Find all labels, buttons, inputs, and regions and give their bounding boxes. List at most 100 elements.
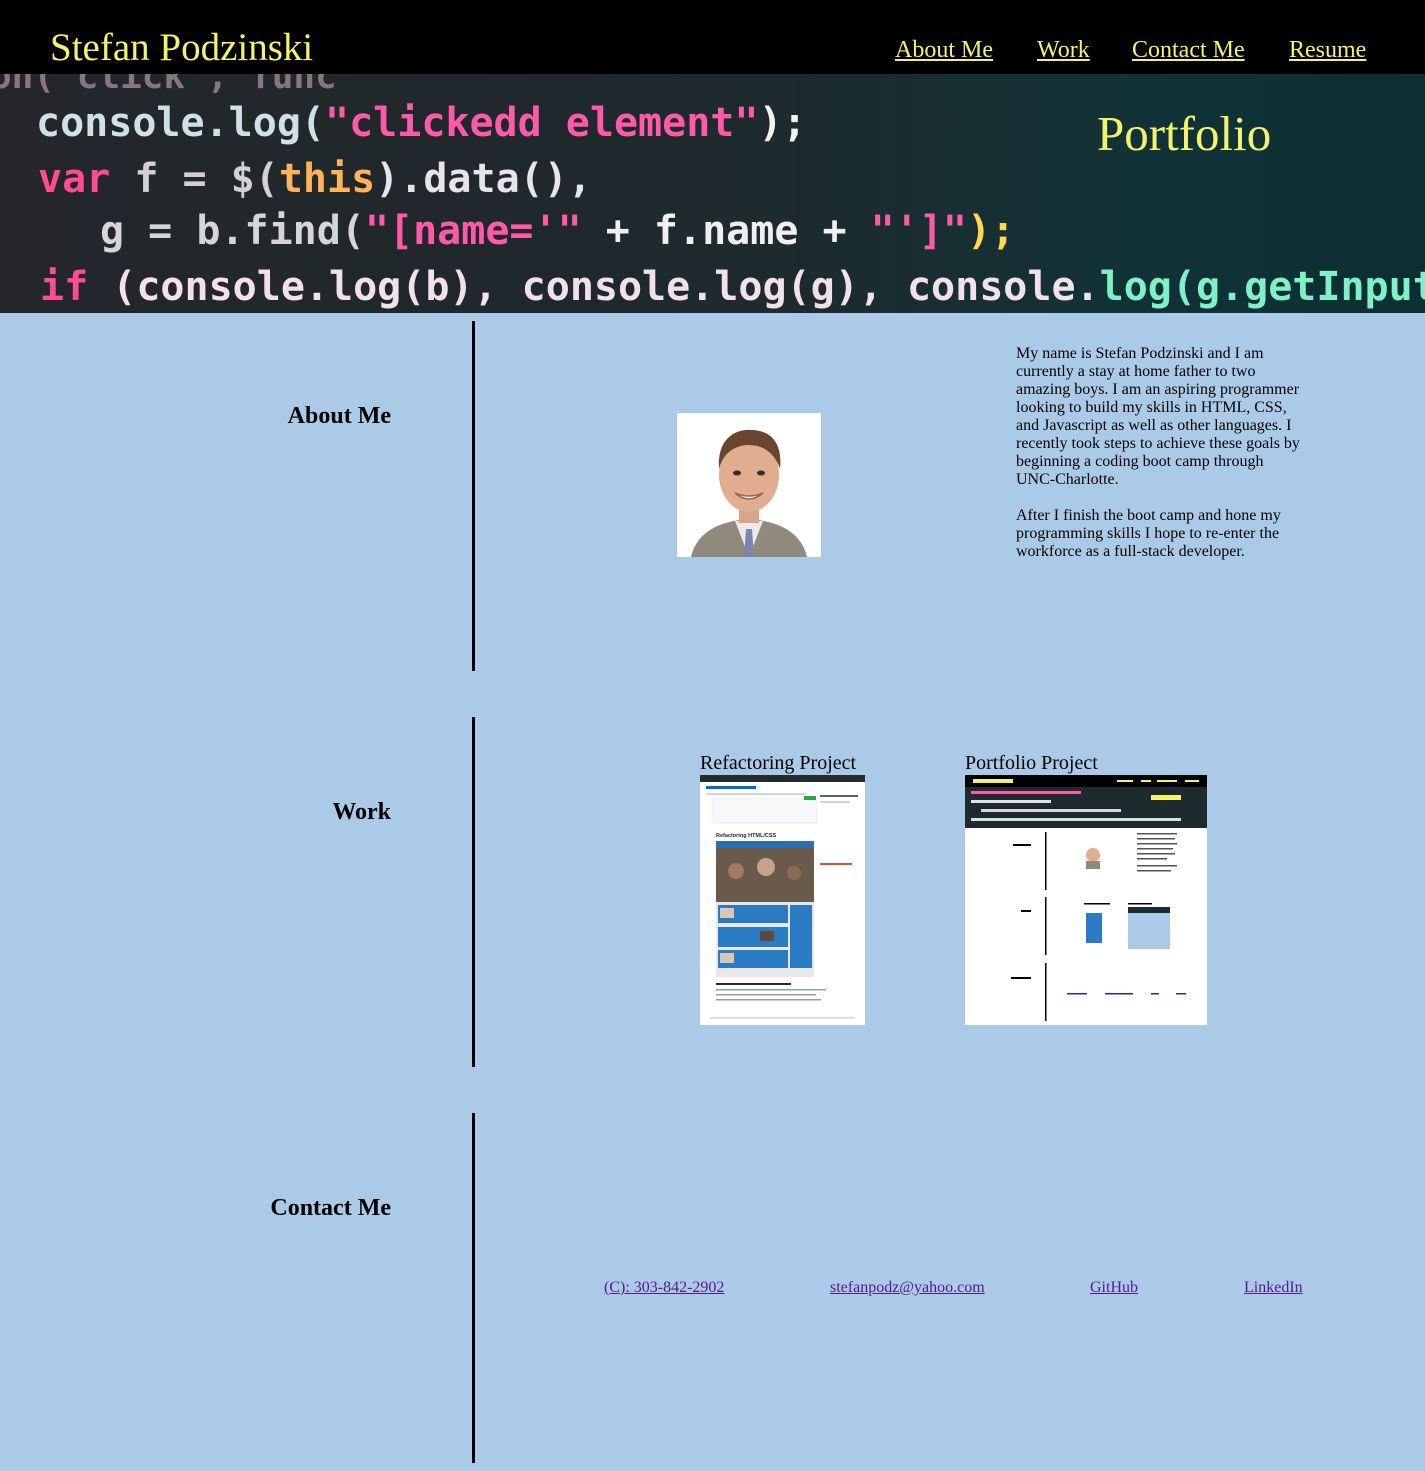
thumb-code-2	[971, 800, 1051, 803]
bio-paragraph-1: My name is Stefan Podzinski and I am cur…	[1016, 345, 1300, 488]
thumb-contact-label	[1011, 977, 1031, 979]
code-line-1: console.log("clickedd element");	[36, 100, 807, 146]
thumb-tabs	[706, 793, 806, 795]
project-thumbnail-portfolio[interactable]	[965, 775, 1207, 1025]
thumb-divider-2	[1045, 897, 1047, 955]
thumb-person-3	[787, 866, 801, 880]
thumb-desc-line-1	[716, 989, 826, 991]
contact-linkedin-link[interactable]: LinkedIn	[1244, 1279, 1303, 1297]
thumb-brand	[973, 779, 1013, 783]
thumb-divider-3	[1045, 963, 1047, 1021]
thumb-bio-4	[1137, 848, 1173, 850]
code-token: this	[279, 156, 375, 202]
profile-photo-illustration	[677, 413, 821, 557]
contact-divider	[472, 1113, 475, 1463]
thumb-bio-1	[1137, 833, 1177, 835]
thumb-nav-1	[1117, 780, 1133, 782]
profile-photo	[677, 413, 821, 557]
thumb-desc-line-3	[716, 999, 821, 1001]
thumb-footer	[710, 1017, 855, 1019]
code-token: var	[38, 156, 110, 202]
code-token: f = $(	[110, 156, 279, 202]
project-title-portfolio[interactable]: Portfolio Project	[965, 752, 1098, 774]
code-token: "']"	[871, 208, 967, 254]
thumb-code-1	[971, 791, 1081, 794]
code-token: );	[967, 208, 1015, 254]
thumb-avatar	[1086, 848, 1100, 862]
thumb-bio-6	[1137, 858, 1167, 860]
code-token: ).data(),	[375, 156, 592, 202]
thumb-nav-3	[1157, 780, 1177, 782]
nav-link-about-me[interactable]: About Me	[895, 36, 993, 64]
thumb-about-text-2	[820, 801, 850, 803]
nav-link-resume[interactable]: Resume	[1289, 36, 1366, 64]
thumb-hero-title	[1151, 795, 1181, 800]
thumb-language-bar	[820, 863, 852, 865]
thumb-project-image-2	[1128, 907, 1170, 949]
thumb-project-label-2	[1128, 903, 1152, 905]
thumb-card-image-2	[760, 931, 774, 941]
contact-github-link[interactable]: GitHub	[1090, 1279, 1138, 1297]
thumb-nav-2	[1141, 780, 1151, 782]
code-token: console.log(	[36, 100, 325, 146]
contact-email-link[interactable]: stefanpodz@yahoo.com	[830, 1279, 985, 1297]
work-divider	[472, 717, 475, 1067]
bio-paragraph-2: After I finish the boot camp and hone my…	[1016, 507, 1281, 560]
thumb-card-image-3	[720, 953, 734, 963]
project-thumbnail-refactoring[interactable]: Refactoring HTML/CSS	[700, 775, 865, 1025]
thumb-project-image-2-hero	[1128, 907, 1170, 913]
thumb-bio-3	[1137, 843, 1177, 845]
about-section-title: About Me	[287, 403, 391, 429]
thumb-bio-2	[1137, 838, 1175, 840]
code-token: g = b.find(	[100, 208, 365, 254]
contact-section-title: Contact Me	[270, 1195, 391, 1221]
thumb-card-2	[718, 927, 788, 947]
thumb-about-text	[820, 795, 858, 797]
code-token: + f.name +	[582, 208, 871, 254]
thumb-bio-5	[1137, 853, 1175, 855]
code-line-2: var f = $(this).data(),	[38, 156, 592, 202]
code-line-4: if (console.log(b), console.log(g), cons…	[40, 264, 1425, 310]
thumb-avatar-jacket	[1086, 861, 1100, 869]
thumb-person-1	[728, 863, 744, 879]
nav-link-contact-me[interactable]: Contact Me	[1132, 36, 1245, 64]
thumb-readme-heading: Refactoring HTML/CSS	[716, 833, 777, 839]
thumb-work-label	[1021, 910, 1031, 912]
code-token: );	[758, 100, 806, 146]
thumb-desc-heading	[716, 983, 791, 985]
code-line-0: on("click", func	[0, 74, 337, 97]
thumb-code-4	[971, 818, 1181, 821]
thumb-about-label	[1013, 844, 1031, 846]
thumb-github-bar	[700, 775, 865, 782]
photo-eye-left	[733, 470, 741, 476]
thumb-bio-7	[1137, 865, 1177, 867]
code-token: "[name='"	[365, 208, 582, 254]
thumb-bio-8	[1137, 870, 1171, 872]
thumb-contact-3	[1151, 993, 1159, 995]
site-brand[interactable]: Stefan Podzinski	[50, 26, 313, 70]
thumb-site-header	[716, 841, 814, 848]
thumb-card-image-1	[720, 908, 734, 918]
project-title-refactoring[interactable]: Refactoring Project	[700, 752, 856, 774]
photo-eye-right	[757, 470, 765, 476]
nav-link-work[interactable]: Work	[1037, 36, 1090, 64]
contact-phone-link[interactable]: (C): 303-842-2902	[604, 1279, 724, 1297]
code-line-3: g = b.find("[name='" + f.name + "']");	[100, 208, 1015, 254]
work-section-title: Work	[332, 799, 391, 825]
hero-banner: on("click", func console.log("clickedd e…	[0, 74, 1425, 313]
about-divider	[472, 321, 475, 671]
refactoring-screenshot: Refactoring HTML/CSS	[700, 775, 865, 1025]
site-header: Stefan Podzinski About Me Work Contact M…	[0, 0, 1425, 74]
thumb-project-image-1	[1086, 913, 1102, 943]
code-token: log(g.getInput	[1100, 264, 1425, 310]
thumb-file-list	[711, 798, 818, 824]
code-token: (console.log(b), console.log(g), console…	[88, 264, 1099, 310]
code-token: "clickedd element"	[325, 100, 758, 146]
thumb-sidebar	[790, 905, 812, 968]
portfolio-screenshot	[965, 775, 1207, 1025]
thumb-project-label-1	[1084, 903, 1110, 905]
thumb-code-3	[981, 809, 1121, 812]
thumb-nav-4	[1185, 780, 1199, 782]
thumb-contact-1	[1067, 993, 1087, 995]
hero-title: Portfolio	[1097, 106, 1272, 161]
